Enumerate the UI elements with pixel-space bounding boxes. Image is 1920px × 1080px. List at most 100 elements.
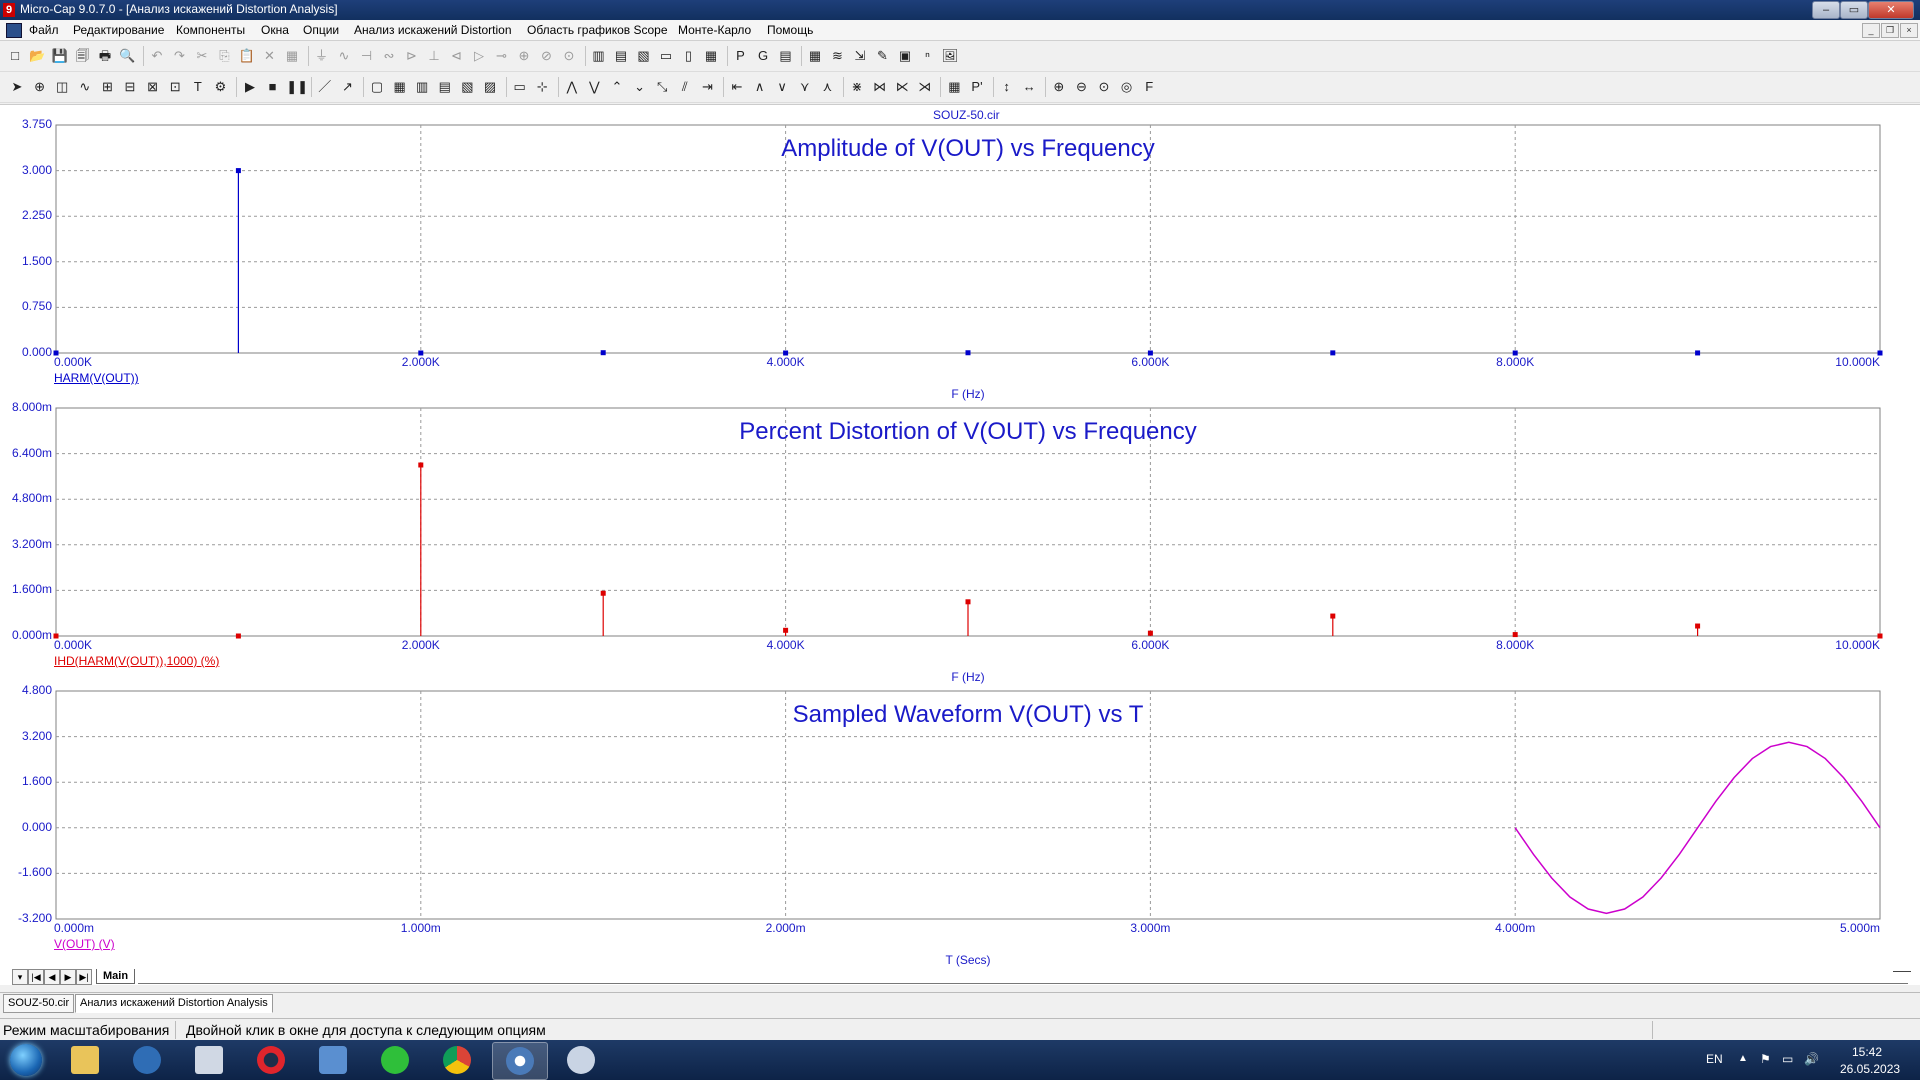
mdi-close-button[interactable]: × <box>1900 23 1918 38</box>
tracking1-icon[interactable]: ⋇ <box>848 78 866 96</box>
copy-icon[interactable]: ⎘ <box>216 47 234 65</box>
grid1-icon[interactable]: ▥ <box>413 78 431 96</box>
window2-icon[interactable]: ▯ <box>680 47 698 65</box>
app-icon[interactable]: 9 <box>3 3 15 17</box>
new-icon[interactable]: □ <box>6 47 24 65</box>
p-icon[interactable]: P <box>732 47 750 65</box>
table-icon[interactable]: ▤ <box>777 47 795 65</box>
close-button[interactable]: ✕ <box>1868 1 1914 19</box>
sheet-menu-button[interactable]: ▾ <box>12 969 28 985</box>
center-icon[interactable]: ◎ <box>1118 78 1136 96</box>
taskbar-opera[interactable] <box>244 1042 298 1078</box>
wave2-icon[interactable]: ∨ <box>773 78 791 96</box>
grid2-icon[interactable]: ▤ <box>436 78 454 96</box>
print-icon[interactable]: 🖶 <box>96 47 114 65</box>
cascade-icon[interactable]: ▧ <box>635 47 653 65</box>
scale-icon[interactable]: ▭ <box>511 78 529 96</box>
sheet-first-button[interactable]: |◀ <box>28 969 44 985</box>
run-icon[interactable]: ▶ <box>241 78 259 96</box>
mdi-minimize-button[interactable]: _ <box>1862 23 1880 38</box>
menu-windows[interactable]: Окна <box>261 23 289 37</box>
taskbar-kde[interactable] <box>120 1042 174 1078</box>
g-icon[interactable]: G <box>754 47 772 65</box>
doc-tab-circuit[interactable]: SOUZ-50.cir <box>3 994 75 1013</box>
tracking3-icon[interactable]: ⋉ <box>893 78 911 96</box>
start-button[interactable] <box>4 1042 48 1078</box>
menu-edit[interactable]: Редактирование <box>73 23 164 37</box>
tray-expand-icon[interactable]: ▲ <box>1738 1053 1748 1064</box>
menu-help[interactable]: Помощь <box>767 23 813 37</box>
wave-icon[interactable]: ≋ <box>829 47 847 65</box>
tag2-icon[interactable]: ⊟ <box>121 78 139 96</box>
box-icon[interactable]: ▢ <box>368 78 386 96</box>
wave3-icon[interactable]: ⋎ <box>796 78 814 96</box>
print-preview-icon[interactable]: 🔍 <box>119 47 137 65</box>
zoom-select-icon[interactable]: ⊕ <box>31 78 49 96</box>
tag4-icon[interactable]: ⊡ <box>166 78 184 96</box>
tag-icon[interactable]: ⊞ <box>98 78 116 96</box>
wave1-icon[interactable]: ∧ <box>751 78 769 96</box>
language-indicator[interactable]: EN <box>1706 1052 1723 1066</box>
text-icon[interactable]: T <box>189 78 207 96</box>
sheet-last-button[interactable]: ▶| <box>76 969 92 985</box>
undo-icon[interactable]: ↶ <box>148 47 166 65</box>
properties-icon[interactable]: ⚙ <box>211 78 229 96</box>
source-icon[interactable]: ⊕ <box>515 47 533 65</box>
taskbar-explorer[interactable] <box>58 1042 112 1078</box>
volume-icon[interactable]: 🔊 <box>1804 1052 1819 1066</box>
data-points-icon[interactable]: ▦ <box>945 78 963 96</box>
menu-options[interactable]: Опции <box>303 23 339 37</box>
tag3-icon[interactable]: ⊠ <box>144 78 162 96</box>
menu-distortion[interactable]: Анализ искажений Distortion <box>354 23 512 37</box>
probe-icon[interactable]: ⇲ <box>851 47 869 65</box>
menu-monte-carlo[interactable]: Монте-Карло <box>678 23 751 37</box>
menu-components[interactable]: Компоненты <box>176 23 245 37</box>
font-icon[interactable]: F <box>1140 78 1158 96</box>
network-icon[interactable]: ▭ <box>1782 1052 1793 1066</box>
action-center-icon[interactable]: ⚑ <box>1760 1052 1771 1066</box>
sheet-next-button[interactable]: ▶ <box>60 969 76 985</box>
taskbar-microcap[interactable] <box>492 1042 548 1080</box>
grid-icon[interactable]: ▦ <box>806 47 824 65</box>
scope-icon[interactable]: ▣ <box>896 47 914 65</box>
wave4-icon[interactable]: ⋏ <box>818 78 836 96</box>
delete-icon[interactable]: ✕ <box>261 47 279 65</box>
inflection-icon[interactable]: ⤡ <box>653 78 671 96</box>
taskbar-game[interactable] <box>368 1042 422 1078</box>
window-icon[interactable]: ▭ <box>657 47 675 65</box>
scale-x-icon[interactable]: ↕ <box>998 78 1016 96</box>
valley-icon[interactable]: ⋁ <box>585 78 603 96</box>
image-icon[interactable]: 🖼 <box>941 47 959 65</box>
calculator-icon[interactable]: ▦ <box>702 47 720 65</box>
plots-canvas[interactable] <box>0 105 1920 985</box>
zoom-out-icon[interactable]: ⊖ <box>1072 78 1090 96</box>
cursor-icon[interactable]: ⊹ <box>533 78 551 96</box>
minimize-button[interactable]: – <box>1812 1 1840 19</box>
battery-icon[interactable]: ⊥ <box>425 47 443 65</box>
capacitor-icon[interactable]: ⊣ <box>358 47 376 65</box>
scale-y-icon[interactable]: ↔ <box>1020 78 1038 96</box>
taskbar-chrome[interactable] <box>430 1042 484 1078</box>
grid3-icon[interactable]: ▧ <box>458 78 476 96</box>
pointer-icon[interactable]: ➤ <box>8 78 26 96</box>
graph-select-icon[interactable]: ◫ <box>53 78 71 96</box>
menu-file[interactable]: Файл <box>29 23 59 37</box>
resistor-icon[interactable]: ∿ <box>335 47 353 65</box>
taskbar-calculator[interactable] <box>182 1042 236 1078</box>
go-left-icon[interactable]: ⇤ <box>728 78 746 96</box>
low-icon[interactable]: ⌄ <box>631 78 649 96</box>
menu-scope[interactable]: Область графиков Scope <box>527 23 668 37</box>
document-icon[interactable] <box>6 23 22 38</box>
wave-tool-icon[interactable]: ∿ <box>76 78 94 96</box>
zoom-in-icon[interactable]: ⊕ <box>1050 78 1068 96</box>
tile-h-icon[interactable]: ▥ <box>590 47 608 65</box>
clock-time[interactable]: 15:42 <box>1852 1045 1882 1059</box>
arrow-line-icon[interactable]: ↗ <box>338 78 356 96</box>
voltmeter-icon[interactable]: ⊙ <box>560 47 578 65</box>
ground-icon[interactable]: ⏚ <box>313 47 331 65</box>
doc-tab-distortion[interactable]: Анализ искажений Distortion Analysis <box>75 994 273 1013</box>
tracking2-icon[interactable]: ⋈ <box>871 78 889 96</box>
token-icon[interactable]: P' <box>968 78 986 96</box>
slope-icon[interactable]: ⫽ <box>676 78 694 96</box>
clock-date[interactable]: 26.05.2023 <box>1840 1062 1900 1076</box>
